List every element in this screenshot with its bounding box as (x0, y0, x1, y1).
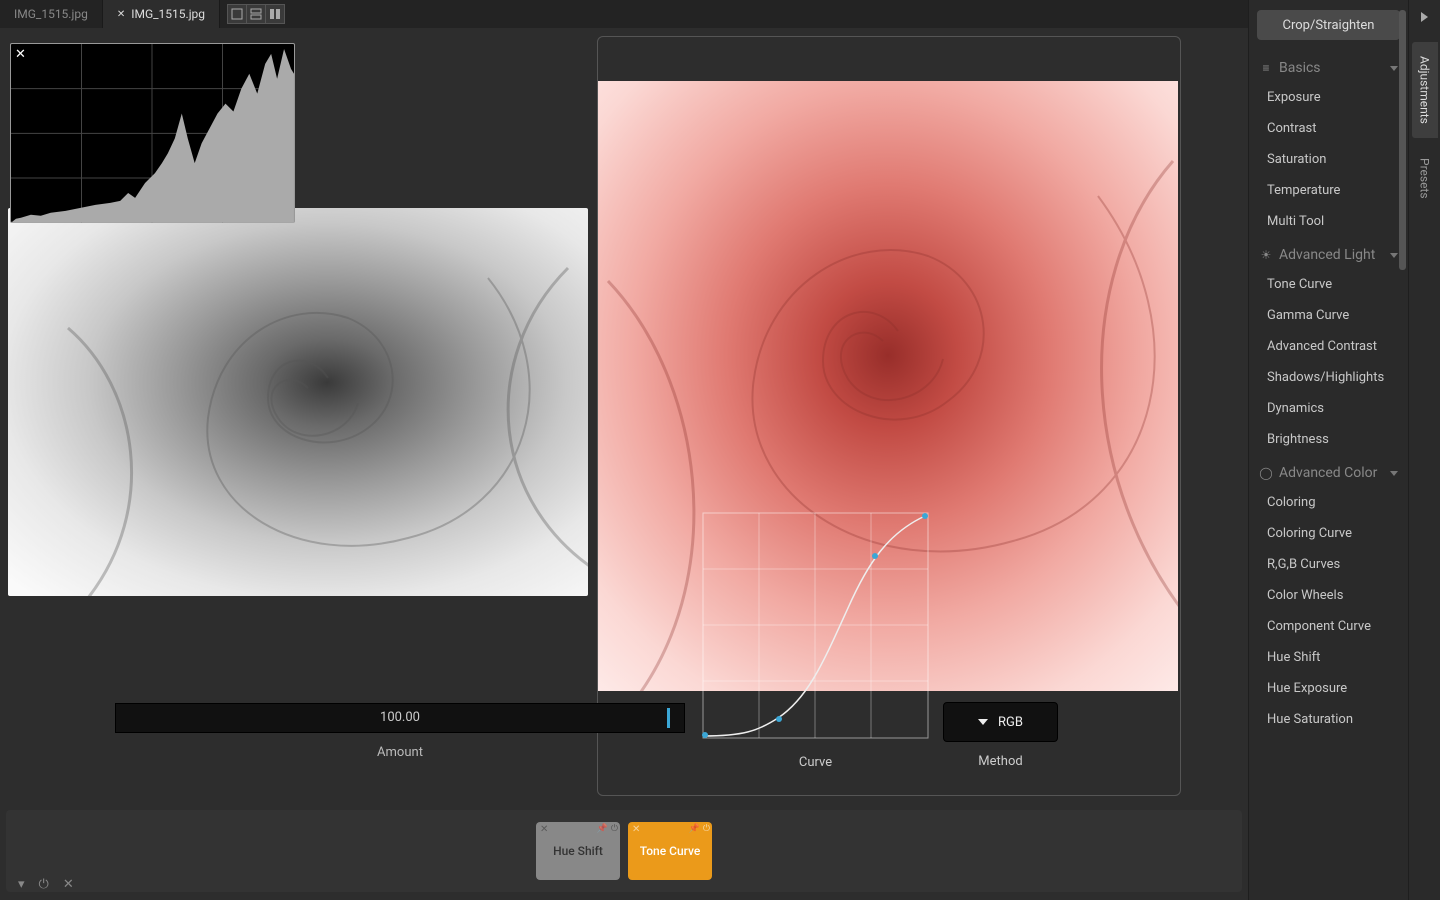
palette-icon: ◯ (1259, 466, 1273, 480)
preview-original (8, 208, 588, 596)
tool-item[interactable]: Advanced Contrast (1249, 331, 1408, 362)
view-split-v-button[interactable] (265, 4, 285, 24)
amount-slider[interactable]: 100.00 (115, 703, 685, 733)
power-icon[interactable]: ⏻ (703, 824, 710, 834)
document-tab[interactable]: IMG_1515.jpg (0, 0, 103, 28)
close-icon[interactable]: ✕ (117, 9, 125, 20)
scrollbar[interactable] (1399, 10, 1406, 410)
sliders-icon: ≡ (1259, 61, 1273, 75)
effect-chip-tone-curve[interactable]: ✕ 📌⏻ Tone Curve (628, 822, 712, 880)
view-toggle-group (228, 0, 285, 28)
document-tab[interactable]: ✕ IMG_1515.jpg (103, 0, 220, 28)
amount-value: 100.00 (116, 710, 684, 725)
curve-label: Curve (703, 755, 928, 770)
tool-item[interactable]: R,G,B Curves (1249, 549, 1408, 580)
pin-icon[interactable]: 📌 (597, 824, 608, 834)
preview-edited-panel: Curve RGB Method (597, 36, 1181, 796)
tool-item[interactable]: Shadows/Highlights (1249, 362, 1408, 393)
slider-handle[interactable] (667, 708, 670, 728)
tab-label: IMG_1515.jpg (14, 7, 88, 21)
section-header[interactable]: ◯ Advanced Color (1249, 455, 1408, 487)
tool-item[interactable]: Brightness (1249, 424, 1408, 455)
dock-tab-presets[interactable]: Presets (1412, 144, 1438, 213)
section-title: Basics (1279, 60, 1321, 76)
adjustments-sidebar: Crop/Straighten ≡ Basics ExposureContrastSa… (1248, 0, 1408, 900)
tool-item[interactable]: Dynamics (1249, 393, 1408, 424)
tool-item[interactable]: Saturation (1249, 144, 1408, 175)
pin-icon[interactable]: 📌 (689, 824, 700, 834)
section-header[interactable]: ≡ Basics (1249, 50, 1408, 82)
tool-item[interactable]: Multi Tool (1249, 206, 1408, 237)
tool-item[interactable]: Color Wheels (1249, 580, 1408, 611)
chevron-down-icon (1390, 253, 1398, 258)
section-header[interactable]: ☀ Advanced Light (1249, 237, 1408, 269)
tool-item[interactable]: Coloring (1249, 487, 1408, 518)
effects-strip: ▾ ⏻ ✕ ✕ 📌⏻ Hue Shift ✕ 📌⏻ Tone Curve (6, 810, 1242, 892)
tool-item[interactable]: Hue Exposure (1249, 673, 1408, 704)
tool-item[interactable]: Hue Shift (1249, 642, 1408, 673)
amount-label: Amount (115, 745, 685, 760)
document-tabbar: IMG_1515.jpg ✕ IMG_1515.jpg (0, 0, 1248, 28)
tool-item[interactable]: Gamma Curve (1249, 300, 1408, 331)
tool-item[interactable]: Contrast (1249, 113, 1408, 144)
dock-tab-adjustments[interactable]: Adjustments (1412, 42, 1438, 138)
tool-item[interactable]: Temperature (1249, 175, 1408, 206)
effect-label: Hue Shift (553, 844, 603, 858)
section-title: Advanced Light (1279, 247, 1375, 263)
chevron-down-icon (1390, 66, 1398, 71)
method-value: RGB (998, 715, 1023, 730)
tool-item[interactable]: Coloring Curve (1249, 518, 1408, 549)
tool-item[interactable]: Exposure (1249, 82, 1408, 113)
view-split-h-button[interactable] (246, 4, 266, 24)
expand-icon[interactable] (1421, 12, 1428, 22)
effect-chip-hue-shift[interactable]: ✕ 📌⏻ Hue Shift (536, 822, 620, 880)
sun-icon: ☀ (1259, 248, 1273, 262)
close-icon[interactable]: ✕ (632, 824, 640, 835)
chevron-down-icon (978, 719, 988, 725)
method-dropdown[interactable]: RGB (943, 702, 1058, 742)
tool-item[interactable]: Tone Curve (1249, 269, 1408, 300)
tone-curve-editor[interactable] (703, 513, 928, 738)
tab-label: IMG_1515.jpg (131, 7, 205, 21)
close-icon[interactable]: ✕ (540, 824, 548, 835)
close-icon[interactable]: ✕ (63, 877, 74, 892)
close-icon[interactable]: ✕ (15, 47, 26, 62)
effect-label: Tone Curve (640, 844, 701, 858)
crop-straighten-button[interactable]: Crop/Straighten (1257, 10, 1400, 40)
chevron-down-icon[interactable]: ▾ (18, 877, 25, 892)
power-icon[interactable]: ⏻ (611, 824, 618, 834)
method-label: Method (943, 754, 1058, 769)
right-dock: Adjustments Presets (1408, 0, 1440, 900)
view-single-button[interactable] (227, 4, 247, 24)
chevron-down-icon (1390, 471, 1398, 476)
tool-item[interactable]: Hue Saturation (1249, 704, 1408, 735)
histogram-panel[interactable]: ✕ (10, 43, 295, 223)
section-title: Advanced Color (1279, 465, 1377, 481)
power-icon[interactable]: ⏻ (39, 877, 49, 892)
tool-item[interactable]: Component Curve (1249, 611, 1408, 642)
